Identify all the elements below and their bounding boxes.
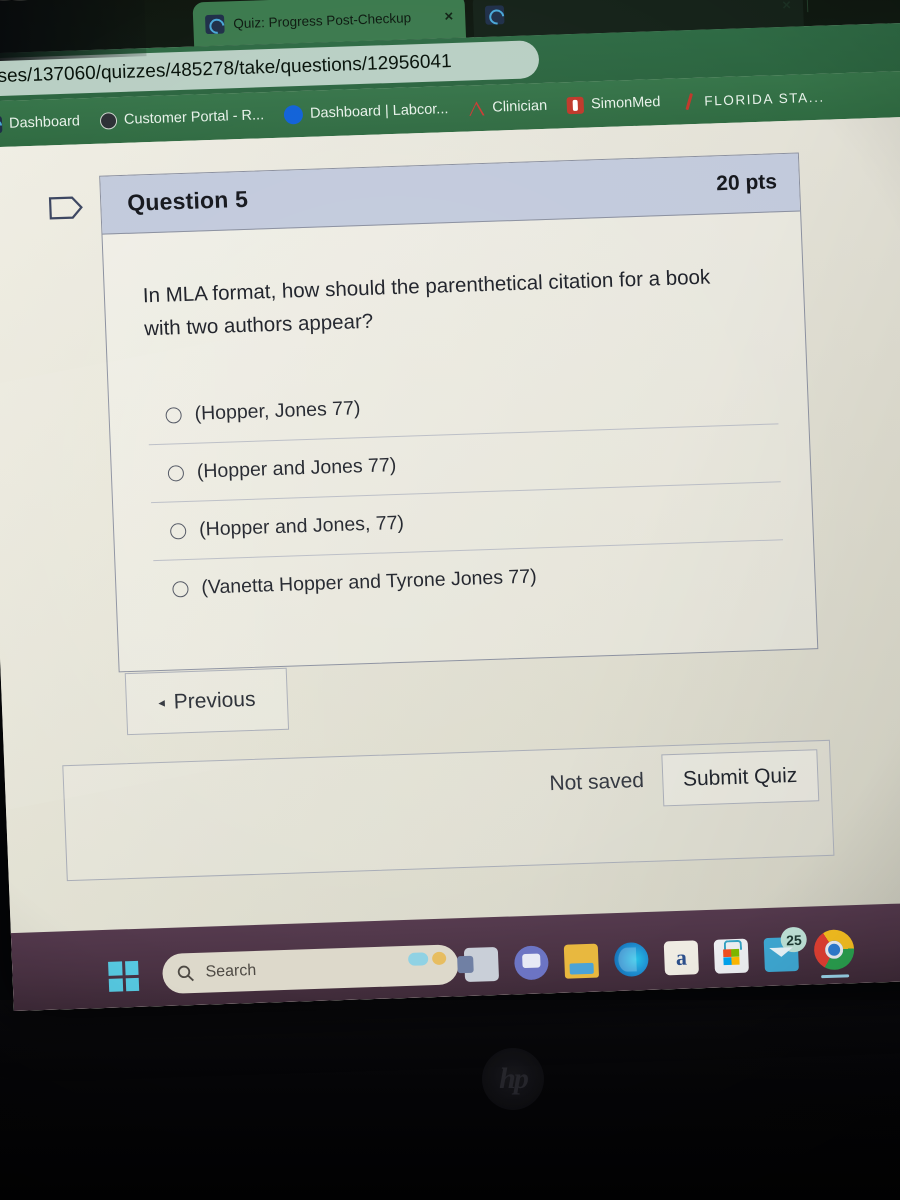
save-status: Not saved (549, 768, 645, 796)
quiz-page: Question 5 20 pts In MLA format, how sho… (0, 116, 900, 1012)
bookmark-label: Clinician (492, 97, 548, 116)
laptop-screen: Quiz: Progress Post-Checkup × × rses/137… (0, 0, 900, 1012)
teams-icon[interactable] (513, 945, 550, 981)
bookmark-customer-portal[interactable]: Customer Portal - R... (99, 107, 265, 130)
tab-title: Quiz: Progress Post-Checkup (232, 9, 412, 31)
blue-dot-icon (283, 104, 304, 125)
hp-brand-logo: hp (482, 1048, 544, 1110)
url-text: rses/137060/quizzes/485278/take/question… (0, 50, 452, 88)
bookmark-florida-state[interactable]: FLORIDA STA... (680, 88, 825, 110)
canvas-favicon-icon (484, 4, 505, 25)
question-title: Question 5 (126, 185, 249, 216)
search-input[interactable]: Search (161, 944, 460, 995)
answer-list: (Hopper, Jones 77) (Hopper and Jones 77)… (147, 367, 786, 619)
bookmark-labcorp-dashboard[interactable]: Dashboard | Labcor... (283, 100, 449, 125)
question-card: Question 5 20 pts In MLA format, how sho… (99, 152, 819, 673)
mail-icon[interactable]: 25 (763, 926, 808, 973)
previous-button[interactable]: ◂ Previous (124, 667, 290, 736)
tab-title (513, 5, 773, 14)
chrome-icon[interactable] (813, 929, 855, 979)
submit-quiz-button[interactable]: Submit Quiz (660, 749, 820, 807)
tab-divider (806, 0, 809, 13)
search-icon (177, 965, 194, 982)
flag-icon[interactable] (48, 194, 85, 221)
search-placeholder: Search (205, 961, 257, 981)
radio-button-icon[interactable] (169, 522, 187, 540)
slash-icon (680, 92, 698, 110)
question-body: In MLA format, how should the parentheti… (102, 212, 817, 672)
answer-label: (Hopper, Jones 77) (194, 397, 361, 426)
bookmark-label: SimonMed (590, 94, 661, 113)
canvas-favicon-icon (204, 14, 225, 34)
bookmark-dashboard[interactable]: Dashboard (0, 113, 80, 133)
radio-button-icon[interactable] (172, 580, 189, 598)
bookmark-label: Customer Portal - R... (123, 107, 265, 128)
weather-widget-icon[interactable] (407, 951, 447, 966)
answer-label: (Hopper and Jones, 77) (198, 512, 405, 542)
answer-label: (Vanetta Hopper and Tyrone Jones 77) (201, 565, 538, 599)
question-points: 20 pts (715, 169, 778, 195)
windows-logo-icon[interactable] (108, 960, 140, 992)
question-text: In MLA format, how should the parentheti… (142, 265, 711, 341)
laptop-bezel (0, 1000, 900, 1200)
bookmark-label: Dashboard | Labcor... (309, 101, 449, 122)
bookmark-simonmed[interactable]: SimonMed (566, 94, 661, 114)
previous-button-label: Previous (173, 687, 256, 714)
screenshot-root: hp Quiz: Progress Post-Checkup × × rses/… (0, 0, 900, 1200)
mail-badge-count: 25 (780, 926, 808, 953)
canvas-icon (0, 115, 3, 133)
microsoft-store-icon[interactable] (713, 938, 749, 974)
radio-button-icon[interactable] (165, 407, 182, 424)
close-tab-icon[interactable]: × (782, 0, 791, 13)
person-icon (566, 96, 585, 114)
triangle-icon (468, 99, 486, 117)
edge-icon[interactable] (613, 941, 650, 978)
close-tab-icon[interactable]: × (444, 7, 453, 24)
chevron-left-icon: ◂ (157, 694, 166, 711)
active-app-indicator (821, 974, 850, 979)
radio-button-icon[interactable] (167, 464, 185, 482)
quiz-footer-actions: Not saved Submit Quiz (548, 749, 820, 810)
bookmark-clinician[interactable]: Clinician (468, 97, 547, 117)
quiz-footer-bar: Not saved Submit Quiz (62, 739, 835, 882)
globe-icon (99, 111, 118, 130)
answer-label: (Hopper and Jones 77) (196, 454, 397, 484)
file-explorer-icon[interactable] (563, 943, 600, 979)
amazon-icon[interactable] (663, 940, 699, 976)
bookmark-label: Dashboard (8, 113, 81, 132)
task-view-icon[interactable] (463, 946, 500, 983)
bookmark-label: FLORIDA STA... (704, 89, 826, 109)
taskbar-app-icons: 25 (463, 926, 855, 983)
